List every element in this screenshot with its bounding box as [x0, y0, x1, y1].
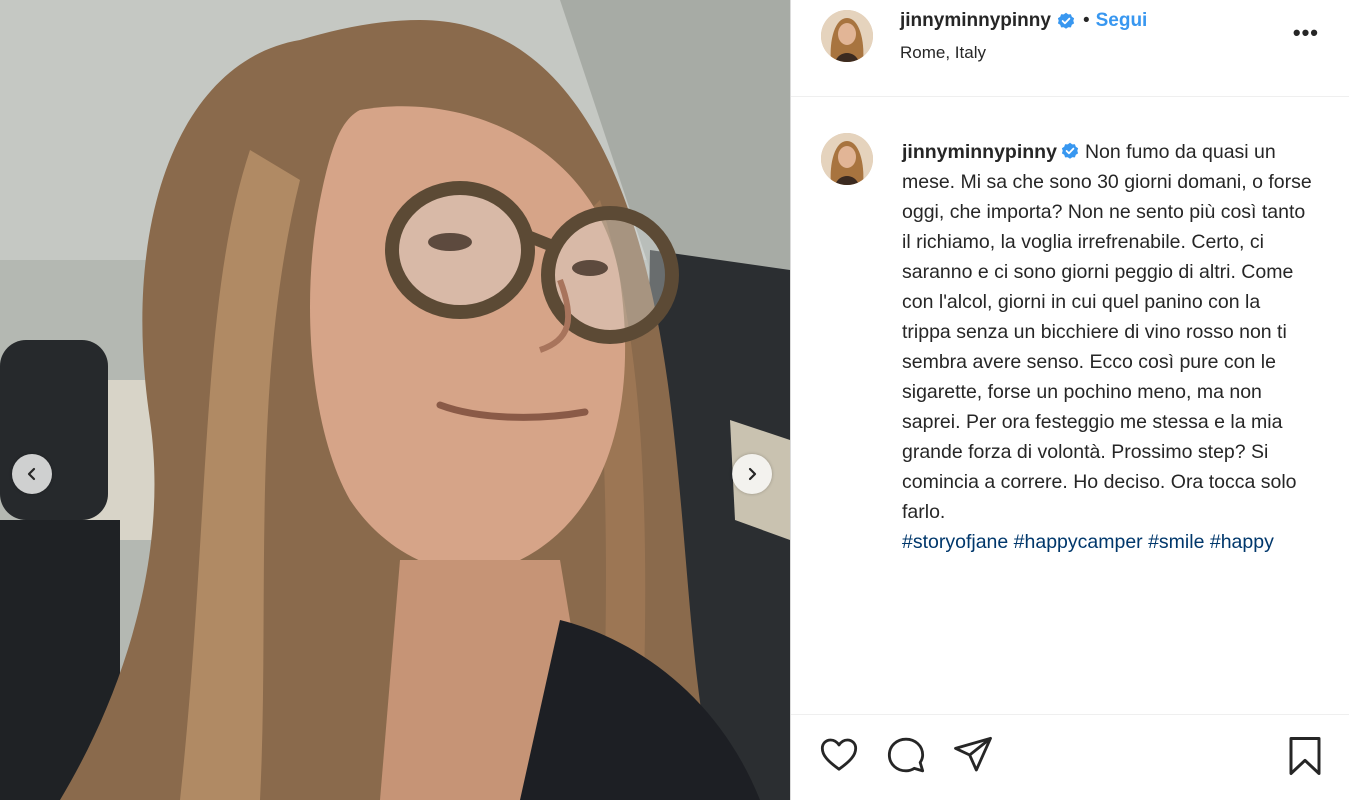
- hashtag-link[interactable]: #happy: [1210, 531, 1274, 553]
- location-link[interactable]: Rome, Italy: [900, 43, 986, 63]
- selfie-image: [0, 0, 790, 800]
- follow-button[interactable]: Segui: [1096, 10, 1148, 32]
- heart-icon[interactable]: [819, 735, 859, 775]
- chevron-right-icon: [748, 467, 757, 481]
- caption-username[interactable]: jinnyminnypinny: [902, 141, 1057, 163]
- verified-badge-icon: [1061, 142, 1079, 159]
- post-author: jinnyminnypinny • Segui: [900, 10, 1147, 32]
- avatar[interactable]: [821, 10, 873, 62]
- carousel-next-button[interactable]: [732, 454, 772, 494]
- comment-icon[interactable]: [886, 735, 926, 775]
- post-side-panel: jinnyminnypinny • Segui Rome, Italy ••• …: [790, 0, 1349, 800]
- more-options-button[interactable]: •••: [1293, 20, 1319, 46]
- post-header: jinnyminnypinny • Segui Rome, Italy •••: [791, 0, 1349, 97]
- avatar-image: [821, 10, 873, 62]
- avatar-image: [821, 133, 873, 185]
- avatar[interactable]: [821, 133, 873, 185]
- verified-badge-icon: [1057, 12, 1075, 29]
- hashtag-link[interactable]: #storyofjane: [902, 531, 1008, 553]
- paper-plane-icon[interactable]: [953, 735, 993, 775]
- bookmark-icon[interactable]: [1286, 735, 1324, 777]
- caption-text: Non fumo da quasi un mese. Mi sa che son…: [902, 141, 1312, 523]
- hashtag-link[interactable]: #smile: [1148, 531, 1204, 553]
- post-caption: jinnyminnypinny Non fumo da quasi un mes…: [902, 137, 1312, 557]
- carousel-prev-button[interactable]: [12, 454, 52, 494]
- post-actions-bar: [791, 714, 1349, 801]
- username-link[interactable]: jinnyminnypinny: [900, 10, 1051, 32]
- chevron-left-icon: [27, 467, 36, 481]
- post-photo: [0, 0, 790, 800]
- comments-area[interactable]: jinnyminnypinny Non fumo da quasi un mes…: [791, 97, 1349, 714]
- hashtag-link[interactable]: #happycamper: [1014, 531, 1143, 553]
- separator-dot: •: [1082, 10, 1090, 31]
